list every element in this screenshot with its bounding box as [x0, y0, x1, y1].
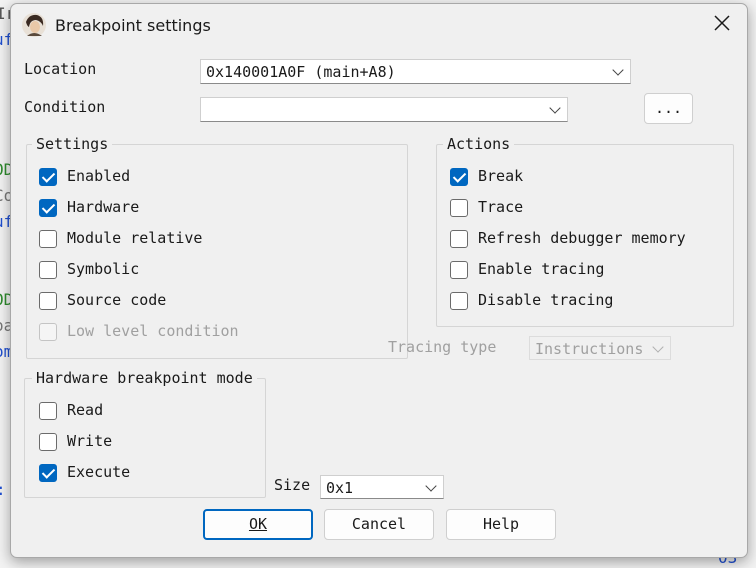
location-combobox[interactable]: 0x140001A0F (main+A8) — [200, 59, 631, 84]
size-combobox[interactable]: 0x1 — [320, 475, 444, 499]
condition-label: Condition — [24, 98, 106, 116]
hardware-mode-group — [24, 378, 266, 498]
checkbox-unchecked-icon[interactable] — [39, 402, 57, 420]
tracing-type-combobox[interactable]: Instructions — [529, 336, 671, 360]
breakpoint-settings-dialog: Breakpoint settings Location 0x140001A0F… — [10, 3, 748, 558]
checkbox-label: Refresh debugger memory — [478, 229, 686, 247]
condition-combobox[interactable] — [200, 97, 568, 122]
hardware-mode-group-title: Hardware breakpoint mode — [32, 369, 257, 387]
checkbox-label: Low level condition — [67, 322, 239, 340]
app-logo-icon — [22, 13, 46, 37]
checkbox-label: Break — [478, 167, 524, 185]
checkbox-label: Enabled — [67, 167, 131, 185]
dialog-title: Breakpoint settings — [55, 16, 211, 35]
browse-button[interactable]: ... — [644, 93, 693, 124]
checkbox-checked-icon[interactable] — [39, 464, 57, 482]
checkbox-unchecked-icon[interactable] — [39, 230, 57, 248]
checkbox-unchecked-icon[interactable] — [450, 261, 468, 279]
location-label: Location — [24, 60, 97, 78]
chevron-down-icon — [425, 480, 437, 492]
checkbox-label: Trace — [478, 198, 524, 216]
checkbox-label: Disable tracing — [478, 291, 614, 309]
location-value: 0x140001A0F (main+A8) — [206, 63, 396, 81]
checkbox-label: Write — [67, 432, 113, 450]
checkbox-unchecked-icon[interactable] — [450, 199, 468, 217]
close-icon[interactable] — [711, 12, 733, 34]
chevron-down-icon — [652, 341, 664, 353]
checkbox-label: Execute — [67, 463, 131, 481]
background-code: : — [0, 480, 6, 500]
help-button[interactable]: Help — [446, 509, 556, 540]
checkbox-checked-icon[interactable] — [39, 199, 57, 217]
tracing-type-value: Instructions — [535, 340, 644, 358]
checkbox-label: Enable tracing — [478, 260, 605, 278]
chevron-down-icon — [549, 102, 561, 114]
ok-button[interactable]: OK — [203, 509, 313, 540]
checkbox-checked-icon[interactable] — [39, 168, 57, 186]
tracing-type-label: Tracing type — [388, 338, 497, 356]
checkbox-checked-icon[interactable] — [450, 168, 468, 186]
ok-button-label: OK — [248, 515, 268, 533]
settings-group-title: Settings — [32, 135, 113, 153]
checkbox-unchecked-icon[interactable] — [39, 261, 57, 279]
checkbox-unchecked-icon[interactable] — [39, 292, 57, 310]
checkbox-label: Symbolic — [67, 260, 140, 278]
checkbox-label: Hardware — [67, 198, 140, 216]
checkbox-label: Read — [67, 401, 104, 419]
checkbox-label: Source code — [67, 291, 167, 309]
chevron-down-icon — [612, 64, 624, 76]
cancel-button[interactable]: Cancel — [324, 509, 434, 540]
checkbox-unchecked-icon[interactable] — [450, 230, 468, 248]
checkbox-unchecked-icon[interactable] — [450, 292, 468, 310]
actions-group-title: Actions — [443, 135, 515, 153]
size-label: Size — [274, 476, 311, 494]
checkbox-label: Module relative — [67, 229, 203, 247]
checkbox-unchecked-icon[interactable] — [39, 433, 57, 451]
checkbox-unchecked-icon — [39, 323, 57, 341]
size-value: 0x1 — [326, 479, 354, 497]
